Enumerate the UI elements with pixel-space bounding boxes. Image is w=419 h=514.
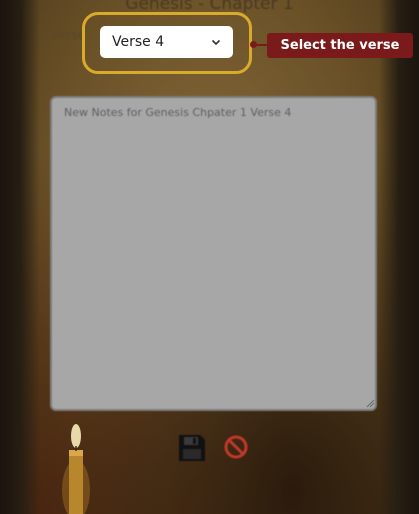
- floppy-disk-icon[interactable]: [176, 432, 208, 464]
- verse-select-value: Verse 4: [112, 34, 165, 50]
- verse-label: Verse: [52, 28, 86, 42]
- page-number: 5: [207, 494, 213, 504]
- chevron-down-icon: [211, 39, 221, 46]
- verse-select[interactable]: Verse 4: [100, 26, 233, 58]
- prohibited-icon[interactable]: [223, 434, 249, 460]
- notes-textarea[interactable]: New Notes for Genesis Chpater 1 Verse 4: [50, 96, 377, 411]
- resize-grip-icon[interactable]: [365, 398, 375, 408]
- tutorial-tooltip: Select the verse: [267, 33, 413, 58]
- candle-decoration: [62, 424, 90, 514]
